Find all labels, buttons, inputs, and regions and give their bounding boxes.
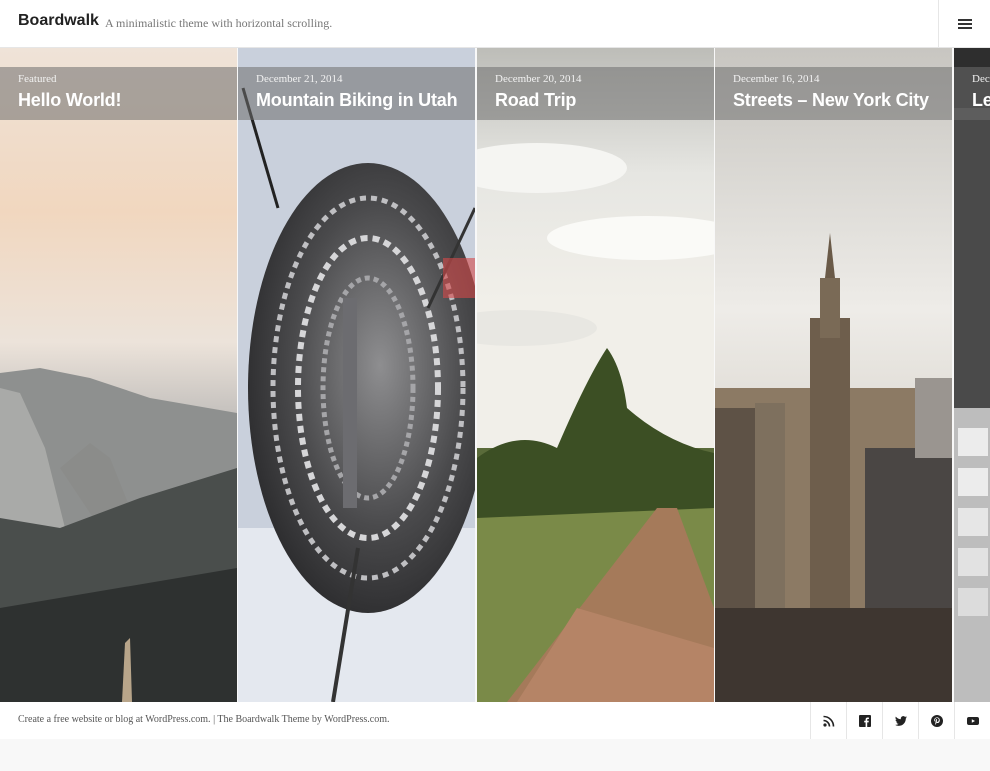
post-card[interactable]: December 20, 2014 Road Trip (477, 48, 714, 702)
post-card[interactable]: December 15, 2014 Let's Get Started (954, 48, 990, 702)
post-meta: Featured (18, 73, 57, 85)
site-title[interactable]: Boardwalk (18, 12, 99, 30)
post-meta: December 21, 2014 (256, 73, 343, 85)
hamburger-menu-icon (957, 18, 972, 29)
post-title-link[interactable]: Streets – New York City (733, 90, 929, 111)
post-title-link[interactable]: Road Trip (495, 90, 576, 111)
pinterest-link[interactable] (918, 702, 954, 739)
post-featured-image (954, 48, 990, 702)
post-card[interactable]: December 21, 2014 Mountain Biking in Uta… (238, 48, 475, 702)
social-links (810, 702, 990, 739)
post-featured-image (715, 48, 952, 702)
rss-icon (822, 715, 834, 727)
post-meta: December 15, 2014 (972, 73, 990, 85)
youtube-link[interactable] (954, 702, 990, 739)
post-meta: December 20, 2014 (495, 73, 582, 85)
facebook-icon (858, 714, 871, 727)
post-featured-image (477, 48, 714, 702)
twitter-icon (894, 715, 907, 726)
post-title-link[interactable]: Let's Get Started (972, 90, 990, 111)
post-featured-image (0, 48, 237, 702)
post-title-link[interactable]: Mountain Biking in Utah (256, 90, 458, 111)
site-footer: Create a free website or blog at WordPre… (0, 702, 990, 739)
post-featured-image (238, 48, 475, 702)
facebook-link[interactable] (846, 702, 882, 739)
menu-toggle-button[interactable] (938, 0, 990, 47)
post-title-link[interactable]: Hello World! (18, 90, 121, 111)
theme-credit-link[interactable]: The Boardwalk Theme by WordPress.com. (217, 714, 389, 725)
site-tagline: A minimalistic theme with horizontal scr… (105, 16, 333, 30)
post-meta: December 16, 2014 (733, 73, 820, 85)
youtube-icon (966, 716, 979, 725)
post-card[interactable]: Featured Hello World! (0, 48, 237, 702)
twitter-link[interactable] (882, 702, 918, 739)
posts-strip[interactable]: Featured Hello World! December 21, 2014 … (0, 48, 990, 702)
pinterest-icon (930, 714, 943, 727)
site-credits: Create a free website or blog at WordPre… (18, 714, 390, 725)
rss-link[interactable] (810, 702, 846, 739)
wordpress-link[interactable]: Create a free website or blog at WordPre… (18, 714, 211, 725)
site-header: Boardwalk A minimalistic theme with hori… (0, 0, 990, 48)
post-card[interactable]: December 16, 2014 Streets – New York Cit… (715, 48, 952, 702)
